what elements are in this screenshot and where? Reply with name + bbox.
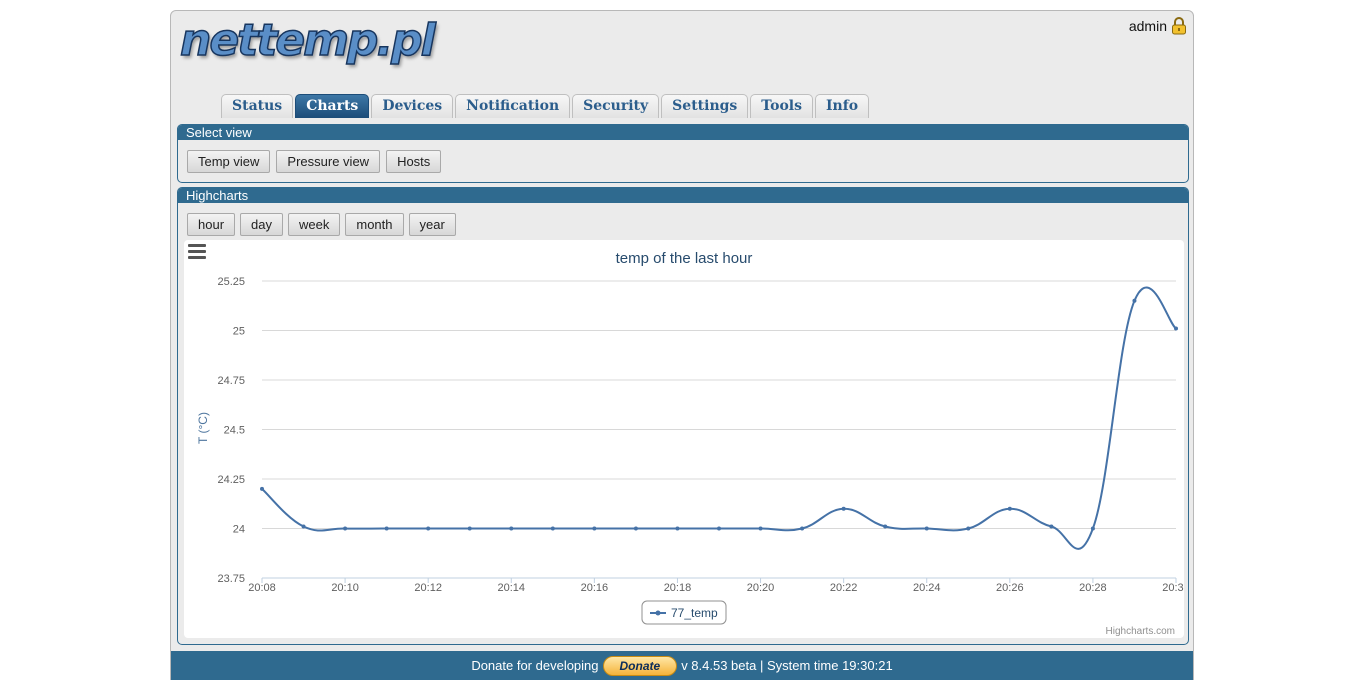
x-tick-label: 20:18 bbox=[664, 582, 692, 594]
tab-security[interactable]: Security bbox=[572, 94, 660, 118]
view-buttons: Temp view Pressure view Hosts bbox=[187, 150, 442, 173]
donate-button[interactable]: Donate bbox=[602, 655, 678, 676]
range-hour-button[interactable]: hour bbox=[187, 213, 236, 236]
x-tick-label: 20:22 bbox=[830, 582, 858, 594]
tab-tools[interactable]: Tools bbox=[750, 94, 813, 118]
chart-legend[interactable]: 77_temp bbox=[641, 600, 727, 625]
series-line[interactable] bbox=[261, 286, 1177, 550]
chart-credits[interactable]: Highcharts.com bbox=[1106, 626, 1175, 637]
legend-point-marker bbox=[655, 610, 661, 616]
range-day-button[interactable]: day bbox=[240, 213, 283, 236]
y-tick-label: 24.75 bbox=[217, 375, 245, 387]
temperature-chart: temp of the last hour 23.75 24 24.25 24.5 24… bbox=[196, 250, 1184, 637]
x-tick-label: 20:26 bbox=[996, 582, 1024, 594]
data-point[interactable] bbox=[841, 506, 846, 511]
hosts-button[interactable]: Hosts bbox=[386, 150, 442, 173]
data-point[interactable] bbox=[467, 526, 472, 531]
y-tick-label: 24.5 bbox=[224, 425, 245, 437]
data-point[interactable] bbox=[343, 526, 348, 531]
tab-status[interactable]: Status bbox=[221, 94, 294, 118]
logo[interactable]: nettemp.pl bbox=[179, 14, 436, 67]
tab-settings[interactable]: Settings bbox=[661, 94, 749, 118]
highcharts-title: Highcharts bbox=[178, 188, 1188, 203]
y-axis-label: T (°C) bbox=[196, 412, 210, 444]
y-tick-label: 25 bbox=[233, 326, 245, 338]
data-point[interactable] bbox=[1007, 506, 1012, 511]
lock-icon[interactable] bbox=[1171, 17, 1187, 35]
data-point[interactable] bbox=[675, 526, 680, 531]
data-point[interactable] bbox=[883, 524, 888, 529]
range-month-button[interactable]: month bbox=[345, 213, 404, 236]
x-tick-label: 20:10 bbox=[331, 582, 359, 594]
select-view-panel: Select view Temp view Pressure view Host… bbox=[177, 124, 1189, 183]
user-area: admin bbox=[1129, 17, 1187, 35]
x-tick-label: 20:20 bbox=[747, 582, 775, 594]
data-point[interactable] bbox=[592, 526, 597, 531]
tab-info[interactable]: Info bbox=[814, 94, 870, 118]
legend-series-name: 77_temp bbox=[671, 606, 718, 620]
data-point[interactable] bbox=[384, 526, 389, 531]
data-point[interactable] bbox=[260, 486, 264, 491]
data-point[interactable] bbox=[966, 526, 971, 531]
y-tick-label: 23.75 bbox=[217, 573, 245, 585]
data-point[interactable] bbox=[1090, 526, 1095, 531]
select-view-title: Select view bbox=[178, 125, 1188, 140]
highcharts-panel: Highcharts hour day week month year temp… bbox=[177, 187, 1189, 645]
data-point[interactable] bbox=[924, 526, 929, 531]
x-tick-label: 20:12 bbox=[414, 582, 442, 594]
y-tick-label: 25.25 bbox=[217, 276, 245, 288]
data-point[interactable] bbox=[633, 526, 638, 531]
pressure-view-button[interactable]: Pressure view bbox=[276, 150, 381, 173]
data-point[interactable] bbox=[1132, 298, 1137, 303]
data-point[interactable] bbox=[758, 526, 763, 531]
data-point[interactable] bbox=[800, 526, 805, 531]
donate-text: Donate for developing bbox=[471, 658, 599, 673]
x-tick-label: 20:08 bbox=[248, 582, 276, 594]
username[interactable]: admin bbox=[1129, 18, 1167, 34]
data-point[interactable] bbox=[301, 524, 306, 529]
tab-charts[interactable]: Charts bbox=[295, 94, 370, 118]
range-buttons: hour day week month year bbox=[187, 213, 456, 236]
app-frame: nettemp.pl admin Status Charts Devices N… bbox=[170, 10, 1194, 680]
x-tick-label: 20:16 bbox=[581, 582, 609, 594]
temp-view-button[interactable]: Temp view bbox=[187, 150, 271, 173]
chart-container: temp of the last hour 23.75 24 24.25 24.5 24… bbox=[184, 240, 1184, 638]
tab-devices[interactable]: Devices bbox=[371, 94, 454, 118]
main-tabs: Status Charts Devices Notification Secur… bbox=[221, 94, 870, 118]
data-point[interactable] bbox=[1174, 326, 1178, 331]
tab-notification[interactable]: Notification bbox=[455, 94, 571, 118]
footer: Donate for developing Donate v 8.4.53 be… bbox=[171, 651, 1193, 680]
y-tick-label: 24.25 bbox=[217, 474, 245, 486]
x-tick-label: 20:24 bbox=[913, 582, 941, 594]
data-point[interactable] bbox=[509, 526, 514, 531]
chart-title: temp of the last hour bbox=[616, 250, 753, 267]
y-tick-label: 24 bbox=[233, 524, 245, 536]
x-tick-label: 20:28 bbox=[1079, 582, 1107, 594]
x-tick-label: 20:14 bbox=[498, 582, 526, 594]
data-point[interactable] bbox=[1049, 524, 1054, 529]
data-point[interactable] bbox=[550, 526, 555, 531]
range-week-button[interactable]: week bbox=[288, 213, 341, 236]
data-point[interactable] bbox=[717, 526, 721, 531]
x-tick-label: 20:30 bbox=[1162, 582, 1184, 594]
data-point[interactable] bbox=[426, 526, 431, 531]
range-year-button[interactable]: year bbox=[408, 213, 456, 236]
version-text: v 8.4.53 beta | System time 19:30:21 bbox=[681, 658, 893, 673]
